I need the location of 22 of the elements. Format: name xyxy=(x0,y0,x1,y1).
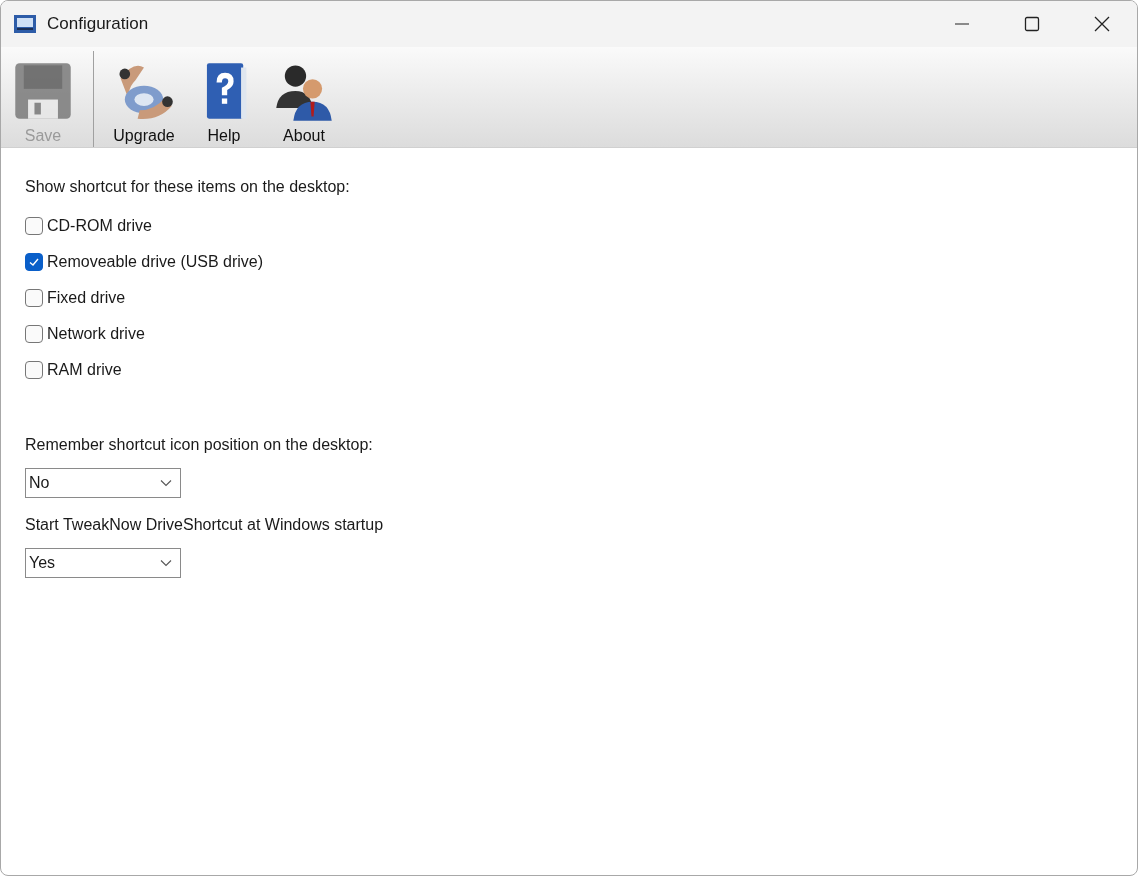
checkbox[interactable] xyxy=(25,217,43,235)
app-icon xyxy=(14,15,36,33)
chevron-down-icon xyxy=(160,479,172,487)
checkbox[interactable] xyxy=(25,325,43,343)
checkbox-option[interactable]: CD-ROM drive xyxy=(25,208,152,244)
checkbox[interactable] xyxy=(25,289,43,307)
checkbox[interactable] xyxy=(25,253,43,271)
about-button[interactable]: About xyxy=(264,47,344,147)
dropdown[interactable]: No xyxy=(25,468,181,498)
checkbox[interactable] xyxy=(25,361,43,379)
upgrade-button[interactable]: Upgrade xyxy=(104,47,184,147)
checkbox-option[interactable]: Removeable drive (USB drive) xyxy=(25,244,264,280)
setting-label: Start TweakNow DriveShortcut at Windows startup xyxy=(25,516,384,534)
checkbox-option[interactable]: RAM drive xyxy=(25,352,122,388)
dropdown[interactable]: Yes xyxy=(25,548,181,578)
help-button[interactable]: Help xyxy=(184,47,264,147)
checkbox-option[interactable]: Network drive xyxy=(25,316,145,352)
window-title: Configuration xyxy=(47,14,149,34)
chevron-down-icon xyxy=(160,559,172,567)
checkbox-option[interactable]: Fixed drive xyxy=(25,280,126,316)
setting-label: Remember shortcut icon position on the desktop: xyxy=(25,436,373,454)
section-heading: Show shortcut for these items on the desktop: xyxy=(25,178,350,196)
